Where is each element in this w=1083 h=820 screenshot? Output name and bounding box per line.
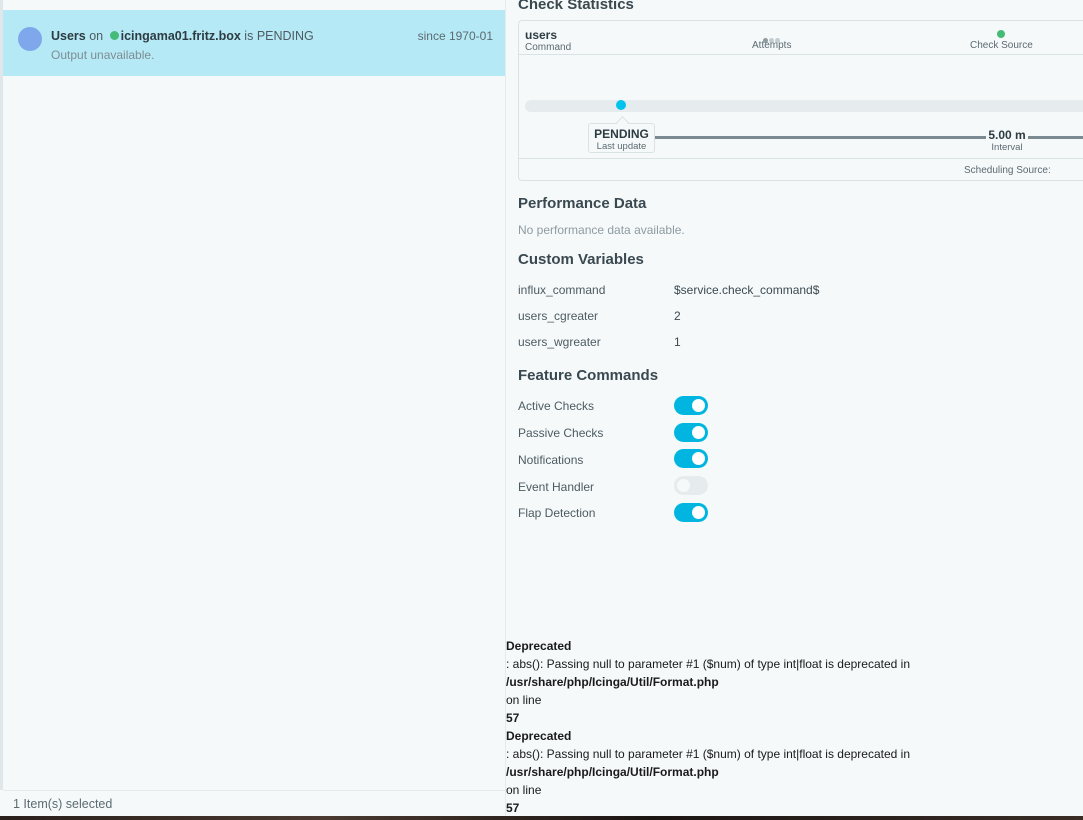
interval-value: 5.00 m <box>988 128 1026 142</box>
service-state: PENDING <box>256 29 314 43</box>
desktop-background-strip <box>0 816 1083 820</box>
custom-var-value: $service.check_command$ <box>674 283 820 297</box>
attempts-dots-icon <box>752 30 791 43</box>
custom-var-key: influx_command <box>518 283 606 297</box>
custom-var-value: 2 <box>674 309 681 323</box>
php-deprecation-notice: Deprecated : abs(): Passing null to para… <box>506 727 1083 816</box>
feature-label-active-checks: Active Checks <box>518 399 595 413</box>
scheduling-source-label: Scheduling Source: <box>964 165 1051 176</box>
last-update-label: Last update <box>596 141 647 152</box>
service-list-pane: Users on icingama01.fritz.box is PENDING… <box>3 0 506 790</box>
notice-on-line: on line <box>506 783 542 797</box>
feature-commands-title: Feature Commands <box>518 367 659 384</box>
check-statistics-title: Check Statistics <box>518 0 634 13</box>
custom-var-key: users_cgreater <box>518 309 599 323</box>
php-deprecation-notice: Deprecated : abs(): Passing null to para… <box>506 637 1083 727</box>
performance-data-title: Performance Data <box>518 195 647 212</box>
notice-on-line: on line <box>506 693 542 707</box>
notice-file: /usr/share/php/Icinga/Util/Format.php <box>506 675 719 689</box>
feature-label-event-handler: Event Handler <box>518 480 595 494</box>
custom-variables-title: Custom Variables <box>518 251 644 268</box>
toggle-event-handler[interactable] <box>674 476 708 495</box>
notice-message: : abs(): Passing null to parameter #1 ($… <box>506 657 910 671</box>
check-source-dot-icon <box>997 30 1006 38</box>
custom-var-key: users_wgreater <box>518 335 601 349</box>
interval-label: Interval <box>991 142 1023 153</box>
toggle-passive-checks[interactable] <box>674 423 708 442</box>
check-attempts: Attempts <box>752 30 791 51</box>
notice-file: /usr/share/php/Icinga/Util/Format.php <box>506 765 719 779</box>
last-update-bubble: PENDING Last update <box>588 123 655 153</box>
selection-footer: 1 Item(s) selected <box>3 790 506 816</box>
interval-bubble: 5.00 m Interval <box>986 128 1028 153</box>
service-detail-pane: Check Statistics users Command Attempts … <box>506 0 1083 816</box>
check-command-label: Command <box>525 42 572 53</box>
last-update-value: PENDING <box>594 127 649 141</box>
toggle-notifications[interactable] <box>674 449 708 468</box>
statistics-separator <box>519 158 1083 159</box>
notice-message: : abs(): Passing null to parameter #1 ($… <box>506 747 910 761</box>
check-command: users Command <box>525 28 571 53</box>
feature-label-notifications: Notifications <box>518 453 584 467</box>
notice-line: 57 <box>506 711 520 725</box>
on-text: on <box>89 29 104 43</box>
host-name[interactable]: icingama01.fritz.box <box>121 29 241 43</box>
check-statistics-header: users Command Attempts Check Source <box>519 21 1083 55</box>
check-timeline-track <box>525 100 1083 112</box>
plugin-output: Output unavailable. <box>51 48 155 62</box>
is-text: is <box>244 29 254 43</box>
notice-level: Deprecated <box>506 729 572 743</box>
host-up-dot-icon <box>109 31 119 40</box>
check-command-value: users <box>525 28 558 42</box>
check-statistics-box: users Command Attempts Check Source PEND… <box>518 20 1083 181</box>
last-update-marker-icon <box>616 100 626 110</box>
feature-label-flap-detection: Flap Detection <box>518 506 596 520</box>
performance-data-empty: No performance data available. <box>518 223 685 237</box>
selection-count: 1 Item(s) selected <box>13 797 113 811</box>
service-name[interactable]: Users <box>51 29 86 43</box>
state-since: since 1970-01 <box>417 29 493 43</box>
toggle-flap-detection[interactable] <box>674 503 708 522</box>
service-list-row[interactable]: Users on icingama01.fritz.box is PENDING… <box>3 10 506 76</box>
check-source-label: Check Source <box>970 40 1033 51</box>
service-row-title: Users on icingama01.fritz.box is PENDING <box>51 29 314 43</box>
custom-var-value: 1 <box>674 335 681 349</box>
notice-level: Deprecated <box>506 639 572 653</box>
check-source: Check Source <box>970 30 1033 51</box>
toggle-active-checks[interactable] <box>674 396 708 415</box>
state-ball-icon <box>18 27 42 51</box>
attempts-label: Attempts <box>752 40 792 51</box>
notice-line: 57 <box>506 801 520 815</box>
feature-label-passive-checks: Passive Checks <box>518 426 604 440</box>
